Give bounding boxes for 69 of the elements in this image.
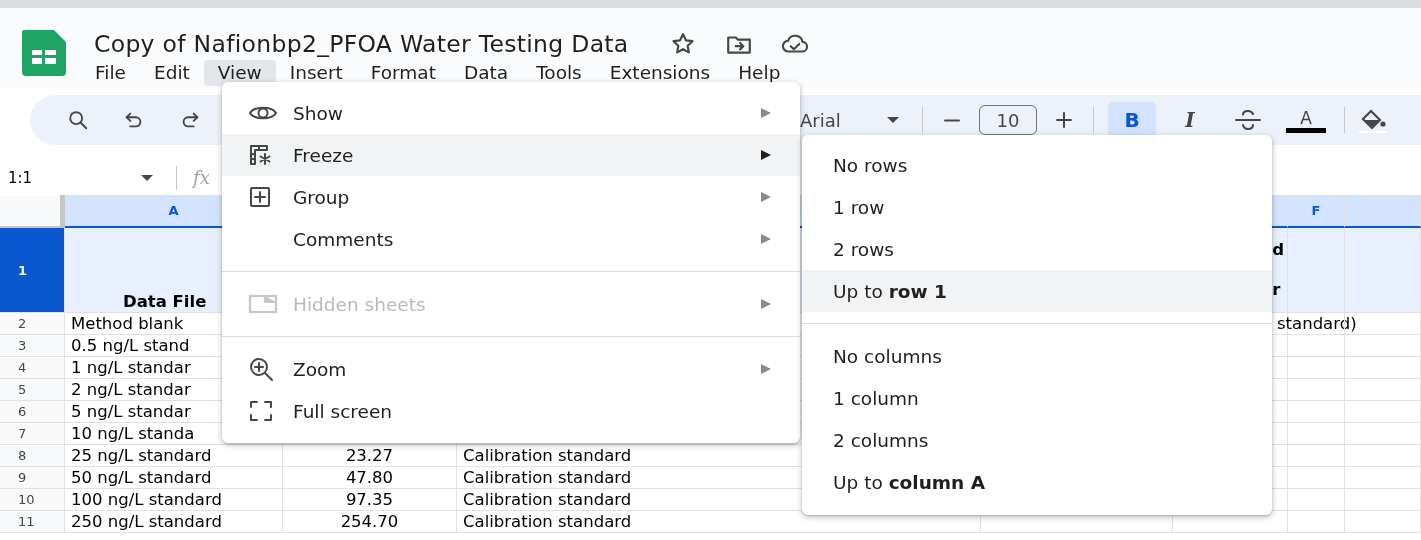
- submenu-arrow-icon: [760, 107, 772, 119]
- column-header[interactable]: [1345, 195, 1421, 228]
- menu-item[interactable]: Freeze: [222, 134, 800, 176]
- bold-button[interactable]: B: [1108, 102, 1156, 138]
- menu-item[interactable]: 1 row: [802, 186, 1272, 228]
- plus-icon: [1054, 110, 1074, 130]
- menu-item[interactable]: 1 column: [802, 377, 1272, 419]
- empty-cell: [1288, 379, 1345, 401]
- formula-label: fx: [193, 167, 210, 188]
- minus-icon: [944, 118, 960, 122]
- row-header[interactable]: 5: [0, 379, 65, 401]
- paint-bucket-icon: [1359, 107, 1387, 133]
- row-header[interactable]: 3: [0, 335, 65, 357]
- search-icon: [67, 109, 89, 131]
- table-cell: 97.35: [283, 489, 457, 511]
- table-cell: 50 ng/L standard: [65, 467, 283, 489]
- row-header[interactable]: 2: [0, 313, 65, 335]
- text-color-button[interactable]: A: [1282, 102, 1330, 138]
- empty-cell: [1288, 511, 1345, 533]
- menu-bar-item[interactable]: View: [203, 60, 276, 86]
- empty-cell: [1288, 423, 1345, 445]
- sheets-logo[interactable]: [20, 30, 68, 76]
- strikethrough-icon: [1234, 108, 1262, 132]
- empty-cell: [1288, 401, 1345, 423]
- menu-bar-item[interactable]: Tools: [522, 60, 596, 86]
- empty-cell: [1288, 467, 1345, 489]
- row-header[interactable]: 7: [0, 423, 65, 445]
- table-cell: 100 ng/L standard: [65, 489, 283, 511]
- table-cell: 254.70: [283, 511, 457, 533]
- table-cell: 47.80: [283, 467, 457, 489]
- full-screen-icon: [248, 399, 274, 423]
- document-title[interactable]: Copy of Nafionbp2_PFOA Water Testing Data: [94, 30, 629, 58]
- row-header[interactable]: 9: [0, 467, 65, 489]
- empty-cell: [1288, 489, 1345, 511]
- window-icon: [248, 293, 278, 315]
- menu-item[interactable]: Up to row 1: [802, 270, 1272, 312]
- zoom-in-icon: [248, 356, 274, 382]
- row-header[interactable]: 10: [0, 489, 65, 511]
- column-header[interactable]: F: [1288, 195, 1345, 228]
- row-header[interactable]: 8: [0, 445, 65, 467]
- empty-cell: [1288, 357, 1345, 379]
- table-cell: 25 ng/L standard: [65, 445, 283, 467]
- row-header[interactable]: 11: [0, 511, 65, 533]
- italic-button[interactable]: I: [1166, 102, 1214, 138]
- menu-bar-item[interactable]: Help: [724, 60, 795, 86]
- name-box[interactable]: 1:1: [0, 162, 154, 193]
- plus-box-icon: [248, 185, 272, 209]
- row-header[interactable]: 1: [0, 228, 65, 313]
- row-header[interactable]: 6: [0, 401, 65, 423]
- menu-item[interactable]: No rows: [802, 144, 1272, 186]
- submenu-arrow-icon: [760, 363, 772, 375]
- menu-bar-item[interactable]: Format: [356, 60, 450, 86]
- submenu-arrow-icon: [760, 149, 772, 161]
- submenu-arrow-icon: [760, 191, 772, 203]
- table-cell: 23.27: [283, 445, 457, 467]
- caret-icon: [140, 173, 154, 182]
- menu-bar-item[interactable]: Data: [449, 60, 523, 86]
- menu-bar-item[interactable]: Extensions: [595, 60, 725, 86]
- empty-cell: [1288, 445, 1345, 467]
- row-header[interactable]: 4: [0, 357, 65, 379]
- menu-bar-item[interactable]: Insert: [275, 60, 357, 86]
- caret-icon: [886, 116, 900, 124]
- menu-bar-item[interactable]: File: [81, 60, 140, 86]
- menu-item[interactable]: No columns: [802, 335, 1272, 377]
- submenu-arrow-icon: [760, 298, 772, 310]
- empty-cell: [1288, 335, 1345, 357]
- submenu-arrow-icon: [760, 233, 772, 245]
- menu-bar-item[interactable]: Edit: [139, 60, 204, 86]
- table-cell: 250 ng/L standard: [65, 511, 283, 533]
